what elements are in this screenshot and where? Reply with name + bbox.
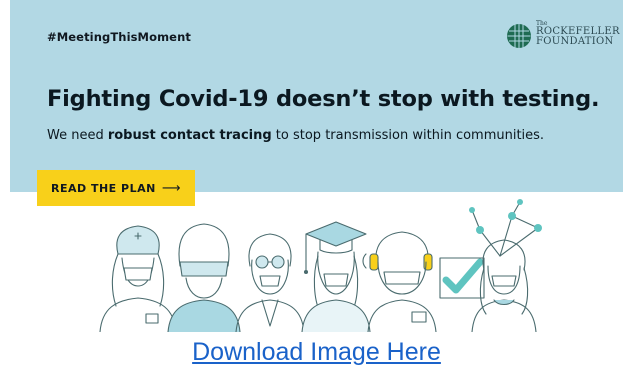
subline: We need robust contact tracing to stop t… xyxy=(47,128,633,143)
subline-end: to stop transmission within communities. xyxy=(271,128,545,143)
scientist-icon xyxy=(235,233,305,332)
globe-logo-icon xyxy=(507,24,531,48)
subline-emphasis: robust contact tracing xyxy=(107,128,272,143)
hashtag: #MeetingThisMoment xyxy=(47,30,191,44)
logo-line-2: FOUNDATION xyxy=(536,36,614,47)
call-center-icon xyxy=(362,231,437,332)
read-the-plan-label: READ THE PLAN xyxy=(51,181,156,195)
promo-banner: #MeetingThisMoment The ROCKEFELLER FOUND… xyxy=(10,0,623,192)
headline: Fighting Covid-19 doesn’t stop with test… xyxy=(47,86,600,112)
workers-illustration xyxy=(99,199,542,332)
subline-start: We need xyxy=(47,128,108,143)
download-image-link[interactable]: Download Image Here xyxy=(0,338,633,367)
nurse-icon xyxy=(99,225,177,332)
graduate-icon xyxy=(301,221,371,332)
checkmark-icon xyxy=(439,257,485,299)
logo-wordmark: The ROCKEFELLER FOUNDATION xyxy=(536,20,620,47)
rockefeller-foundation-logo: The ROCKEFELLER FOUNDATION xyxy=(506,20,626,56)
welder-icon xyxy=(167,223,241,332)
arrow-right-icon: ⟶ xyxy=(161,180,181,196)
